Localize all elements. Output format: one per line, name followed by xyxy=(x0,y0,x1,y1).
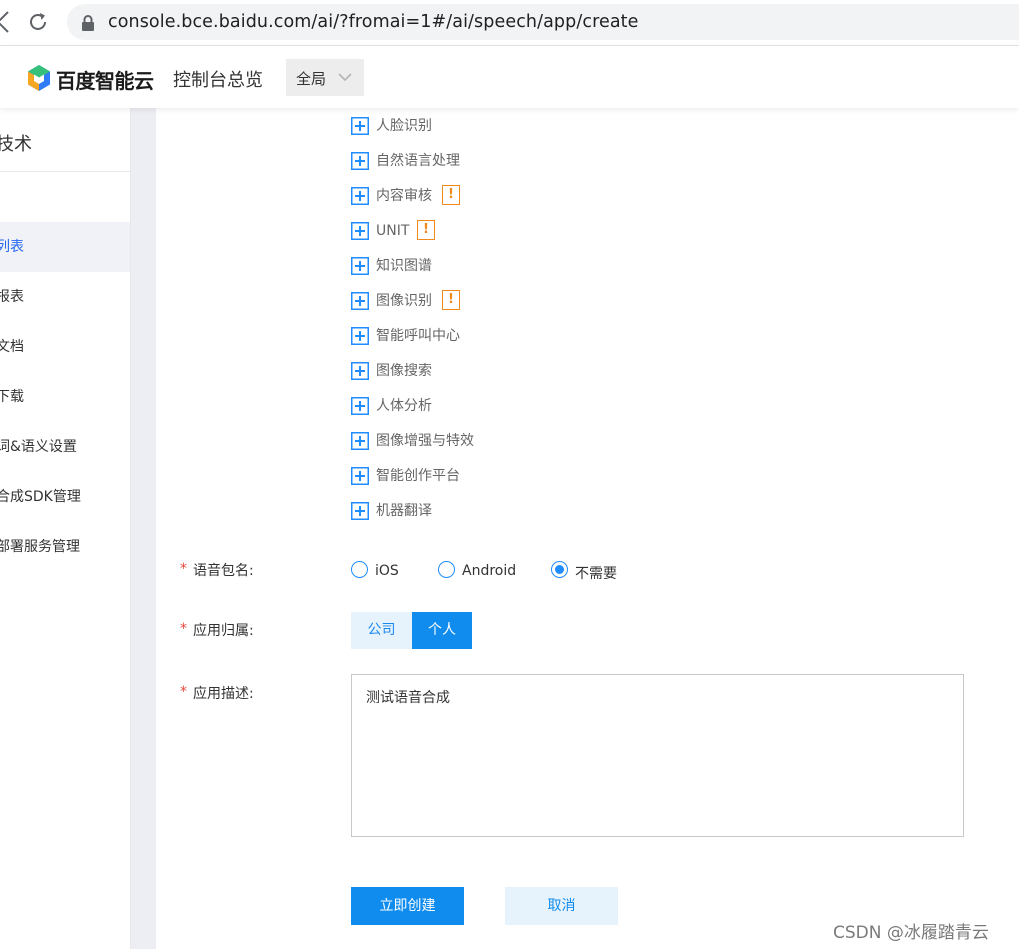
description-textarea[interactable]: 测试语音合成 xyxy=(351,674,964,837)
product-label: 内容审核 xyxy=(376,188,432,204)
cancel-button[interactable]: 取消 xyxy=(505,887,618,925)
logo-text[interactable]: 百度智能云 xyxy=(56,65,154,94)
plus-icon[interactable] xyxy=(351,432,369,450)
ownership-personal-button[interactable]: 个人 xyxy=(412,612,472,649)
product-label: 知识图谱 xyxy=(376,258,432,274)
radio-android[interactable] xyxy=(438,561,455,578)
plus-icon[interactable] xyxy=(351,257,369,275)
sidebar-item-list[interactable]: 列表 xyxy=(0,222,130,272)
product-label: 图像增强与特效 xyxy=(376,433,474,449)
sidebar-item-report[interactable]: 报表 xyxy=(0,272,130,322)
region-select-label: 全局 xyxy=(296,70,327,88)
radio-ios[interactable] xyxy=(351,561,368,578)
ownership-label: 应用归属: xyxy=(193,623,254,639)
sidebar-item-label: 报表 xyxy=(0,289,24,305)
plus-icon[interactable] xyxy=(351,292,369,310)
sidebar-item-label: 部署服务管理 xyxy=(0,539,80,555)
warning-icon[interactable]: ! xyxy=(442,185,460,205)
product-label: 机器翻译 xyxy=(376,503,432,519)
region-select[interactable]: 全局 xyxy=(286,59,364,96)
radio-not-needed-label[interactable]: 不需要 xyxy=(575,563,617,583)
product-label: UNIT xyxy=(376,223,410,239)
radio-not-needed[interactable] xyxy=(551,561,568,578)
sidebar-item-label: 合成SDK管理 xyxy=(0,489,81,505)
ownership-company-button[interactable]: 公司 xyxy=(351,612,412,649)
sidebar-item-download[interactable]: 下载 xyxy=(0,372,130,422)
product-label: 人体分析 xyxy=(376,398,432,414)
sidebar-item-label: 列表 xyxy=(0,239,24,255)
console-overview-link[interactable]: 控制台总览 xyxy=(173,66,263,92)
required-mark: * xyxy=(180,621,187,637)
back-arrow-icon[interactable] xyxy=(0,10,10,34)
product-label: 自然语言处理 xyxy=(376,153,460,169)
sidebar-item-semantic-settings[interactable]: 词&语义设置 xyxy=(0,422,130,472)
lock-icon xyxy=(82,15,94,31)
required-mark: * xyxy=(180,561,187,577)
plus-icon[interactable] xyxy=(351,187,369,205)
warning-icon[interactable]: ! xyxy=(417,220,435,240)
package-name-label: 语音包名: xyxy=(193,563,254,579)
sidebar-title: 技术 xyxy=(0,134,32,155)
description-label: 应用描述: xyxy=(193,686,254,702)
sidebar-divider xyxy=(0,171,130,172)
sidebar-item-deploy-service[interactable]: 部署服务管理 xyxy=(0,522,130,572)
warning-icon[interactable]: ! xyxy=(442,290,460,310)
required-mark: * xyxy=(180,684,187,700)
url-text[interactable]: console.bce.baidu.com/ai/?fromai=1#/ai/s… xyxy=(108,12,639,32)
sidebar-item-label: 文档 xyxy=(0,339,24,355)
radio-ios-label[interactable]: iOS xyxy=(375,563,399,579)
radio-android-label[interactable]: Android xyxy=(462,563,516,579)
product-label: 智能创作平台 xyxy=(376,468,460,484)
sidebar-item-label: 下载 xyxy=(0,389,24,405)
chevron-down-icon xyxy=(338,73,352,82)
plus-icon[interactable] xyxy=(351,502,369,520)
sidebar: 技术 列表 报表 文档 下载 词&语义设置 合成SDK管理 部署服务管理 xyxy=(0,108,131,949)
plus-icon[interactable] xyxy=(351,222,369,240)
reload-icon[interactable] xyxy=(27,11,49,33)
product-label: 智能呼叫中心 xyxy=(376,328,460,344)
plus-icon[interactable] xyxy=(351,152,369,170)
sidebar-item-docs[interactable]: 文档 xyxy=(0,322,130,372)
plus-icon[interactable] xyxy=(351,117,369,135)
product-label: 图像识别 xyxy=(376,293,432,309)
plus-icon[interactable] xyxy=(351,327,369,345)
console-header: 百度智能云 控制台总览 全局 xyxy=(0,46,1019,108)
create-now-button[interactable]: 立即创建 xyxy=(351,887,464,925)
description-value[interactable]: 测试语音合成 xyxy=(366,687,450,707)
sidebar-item-label: 词&语义设置 xyxy=(0,439,77,455)
browser-toolbar: console.bce.baidu.com/ai/?fromai=1#/ai/s… xyxy=(0,0,1019,46)
layout-gutter xyxy=(131,108,156,949)
plus-icon[interactable] xyxy=(351,362,369,380)
plus-icon[interactable] xyxy=(351,467,369,485)
plus-icon[interactable] xyxy=(351,397,369,415)
baidu-cloud-logo-icon[interactable] xyxy=(26,64,52,92)
sidebar-item-sdk-management[interactable]: 合成SDK管理 xyxy=(0,472,130,522)
product-label: 人脸识别 xyxy=(376,118,432,134)
address-bar[interactable]: console.bce.baidu.com/ai/?fromai=1#/ai/s… xyxy=(67,4,1019,40)
product-label: 图像搜索 xyxy=(376,363,432,379)
watermark: CSDN @冰履踏青云 xyxy=(833,923,989,943)
